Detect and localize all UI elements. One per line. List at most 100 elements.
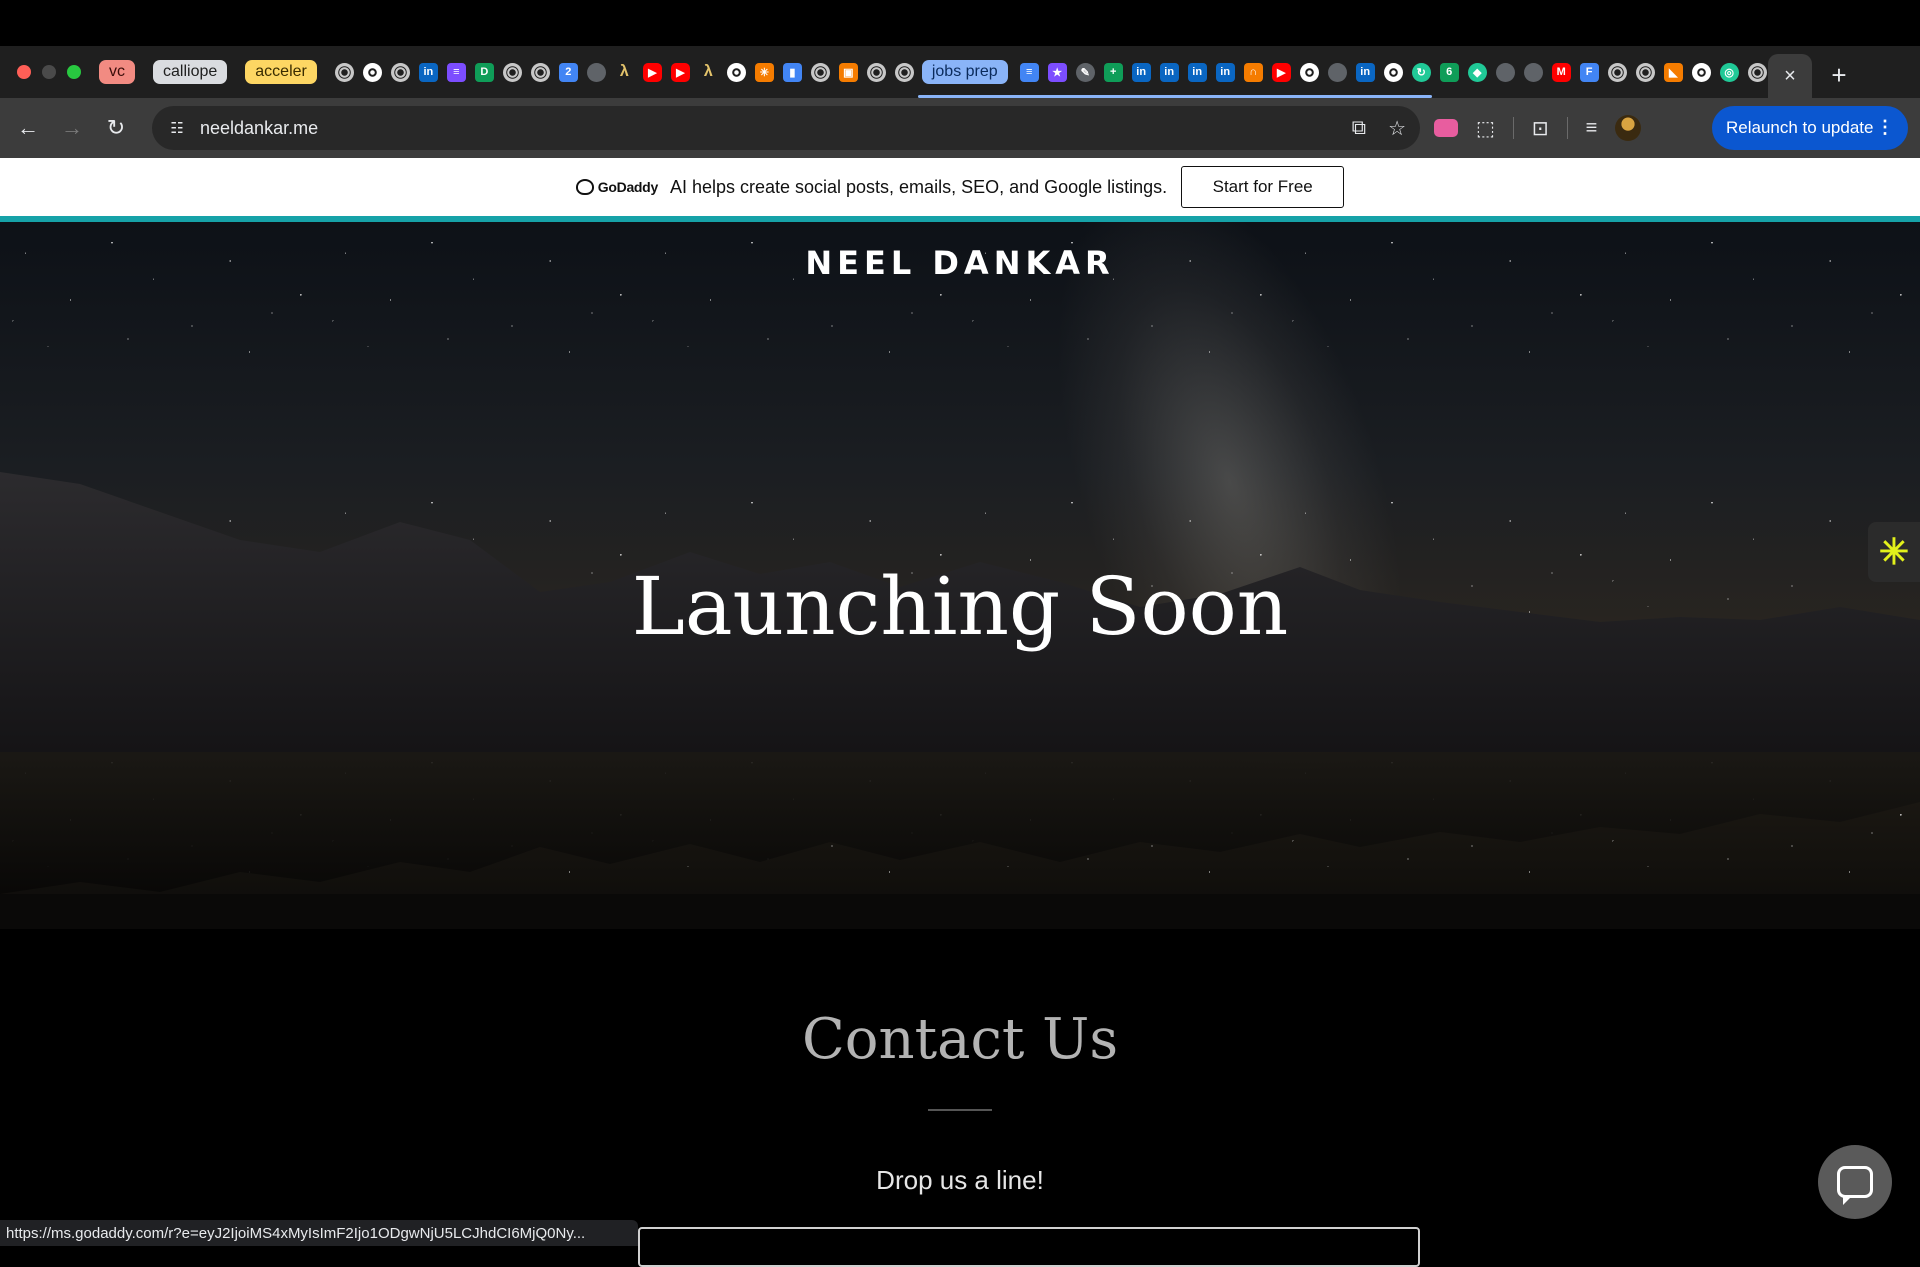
lambda-icon[interactable]: λ <box>699 63 718 82</box>
analytics-icon[interactable]: ▮ <box>782 62 802 82</box>
contact-subtitle: Drop us a line! <box>876 1165 1044 1195</box>
site-info-icon[interactable]: ☷ <box>166 117 188 139</box>
globe-icon[interactable] <box>1523 62 1543 82</box>
linkedin-icon[interactable]: in <box>1187 62 1207 82</box>
maximize-window-button[interactable] <box>67 65 81 79</box>
godaddy-logo-text: GoDaddy <box>597 179 658 195</box>
active-tab[interactable]: × <box>1768 54 1812 98</box>
new-tab-button[interactable]: + <box>1822 58 1856 92</box>
youtube-icon[interactable]: ▶ <box>1271 62 1291 82</box>
chatgpt-icon[interactable] <box>1383 62 1403 82</box>
globe-icon[interactable] <box>586 62 606 82</box>
docs-icon[interactable]: ≡ <box>1019 62 1039 82</box>
chrome-icon[interactable] <box>1607 62 1627 82</box>
plus-app-icon[interactable]: + <box>1103 62 1123 82</box>
chatgpt-icon[interactable] <box>726 62 746 82</box>
profile-avatar[interactable] <box>1615 115 1642 141</box>
asterisk-icon: ✳ <box>1878 531 1910 572</box>
list-icon[interactable]: ≡ <box>446 62 466 82</box>
app-icon[interactable]: ◣ <box>1663 62 1683 82</box>
linkedin-icon[interactable]: in <box>1131 62 1151 82</box>
lambda-icon[interactable]: λ <box>615 63 634 82</box>
media-controls-icon[interactable]: ≡ <box>1586 117 1598 140</box>
contact-title: Contact Us <box>801 1007 1119 1072</box>
star-app-icon[interactable]: ★ <box>1047 62 1067 82</box>
refresh-app-icon[interactable]: ↻ <box>1411 62 1431 82</box>
pinned-tabs-left: in ≡ D 2 λ ▶ ▶ λ ✳ ▮ ▣ <box>334 62 914 82</box>
app-icon[interactable]: D <box>474 62 494 82</box>
reload-button[interactable]: ↻ <box>94 106 138 150</box>
youtube-icon[interactable]: ▶ <box>670 62 690 82</box>
minimize-window-button[interactable] <box>42 65 56 79</box>
contact-section: Contact Us Drop us a line! <box>0 929 1920 1267</box>
globe-icon[interactable] <box>1495 62 1515 82</box>
chatgpt-icon[interactable] <box>362 62 382 82</box>
chrome-icon[interactable] <box>390 62 410 82</box>
menu-kebab-icon[interactable]: ⋮ <box>1876 117 1894 138</box>
app-icon[interactable]: F <box>1579 62 1599 82</box>
chat-button[interactable] <box>1818 1145 1892 1219</box>
relaunch-to-update-button[interactable]: Relaunch to update ⋮ <box>1712 106 1908 150</box>
forward-button[interactable]: → <box>50 106 94 150</box>
tab-group-jobs-prep[interactable]: jobs prep <box>921 60 1008 84</box>
globe-icon[interactable] <box>1327 62 1347 82</box>
screen-recorder-icon[interactable] <box>1434 119 1458 137</box>
side-widget-button[interactable]: ✳ <box>1868 522 1920 582</box>
tab-group-vc[interactable]: vc <box>99 60 135 84</box>
chrome-icon[interactable] <box>502 62 522 82</box>
site-brand-name[interactable]: NEEL DANKAR <box>0 244 1920 282</box>
calendar-icon[interactable]: 2 <box>558 62 578 82</box>
tab-group-acceler[interactable]: acceler <box>245 60 317 84</box>
linkedin-icon[interactable]: in <box>1159 62 1179 82</box>
chatgpt-icon[interactable] <box>1299 62 1319 82</box>
toolbar-separator <box>1512 117 1514 139</box>
address-bar[interactable]: ☷ neeldankar.me ⧉ ☆ <box>152 106 1420 150</box>
pinned-tabs-right: ≡ ★ ✎ + in in in in ∩ ▶ in ↻ 6 ◆ M F ◣ ◎ <box>1019 62 1795 82</box>
hero-title: Launching Soon <box>631 560 1289 653</box>
start-for-free-button[interactable]: Start for Free <box>1181 166 1345 208</box>
linkedin-icon[interactable]: in <box>1355 62 1375 82</box>
tab-group-calliope[interactable]: calliope <box>153 60 228 84</box>
compass-icon[interactable]: ◆ <box>1467 62 1487 82</box>
browser-toolbar: ← → ↻ ☷ neeldankar.me ⧉ ☆ ⬚ ⊡ ≡ Relaunch… <box>0 98 1920 158</box>
youtube-icon[interactable]: ▶ <box>642 62 662 82</box>
close-tab-icon[interactable]: × <box>1784 65 1796 88</box>
chrome-icon[interactable] <box>334 62 354 82</box>
bookmark-star-icon[interactable]: ☆ <box>1388 116 1406 141</box>
pen-icon[interactable]: ✎ <box>1075 62 1095 82</box>
godaddy-logo-icon <box>575 179 594 195</box>
chatgpt-icon[interactable] <box>1691 62 1711 82</box>
chrome-icon[interactable] <box>894 62 914 82</box>
chrome-icon[interactable] <box>866 62 886 82</box>
godaddy-logo[interactable]: GoDaddy <box>575 179 658 195</box>
bookmark-app-icon[interactable]: ▣ <box>838 62 858 82</box>
hero-section: NEEL DANKAR Launching Soon ✳ <box>0 222 1920 929</box>
section-divider <box>928 1109 992 1111</box>
window-controls <box>17 65 81 79</box>
app-icon[interactable]: 6 <box>1439 62 1459 82</box>
chrome-icon[interactable] <box>1635 62 1655 82</box>
chrome-icon[interactable] <box>1747 62 1767 82</box>
back-button[interactable]: ← <box>6 106 50 150</box>
gmail-icon[interactable]: M <box>1551 62 1571 82</box>
extensions-puzzle-icon[interactable]: ⬚ <box>1476 116 1495 141</box>
url-text[interactable]: neeldankar.me <box>200 118 318 139</box>
app-icon[interactable]: ◎ <box>1719 62 1739 82</box>
install-app-icon[interactable]: ⧉ <box>1352 117 1366 140</box>
link-status-bar: https://ms.godaddy.com/r?e=eyJ2IjoiMS4xM… <box>0 1220 638 1246</box>
tab-search-icon[interactable]: ⊡ <box>1532 116 1549 141</box>
godaddy-promo-banner: GoDaddy AI helps create social posts, em… <box>0 158 1920 216</box>
relaunch-label: Relaunch to update <box>1726 118 1874 137</box>
contact-form-field[interactable] <box>638 1227 1420 1267</box>
tab-strip: vc calliope acceler in ≡ D 2 λ ▶ ▶ λ ✳ ▮… <box>0 46 1920 98</box>
chrome-icon[interactable] <box>810 62 830 82</box>
chrome-icon[interactable] <box>530 62 550 82</box>
headphones-icon[interactable]: ∩ <box>1243 62 1263 82</box>
linkedin-icon[interactable]: in <box>418 62 438 82</box>
window-titlebar <box>0 0 1920 46</box>
chat-bubble-icon <box>1837 1166 1873 1205</box>
linkedin-icon[interactable]: in <box>1215 62 1235 82</box>
claude-icon[interactable]: ✳ <box>754 62 774 82</box>
toolbar-separator <box>1566 117 1568 139</box>
close-window-button[interactable] <box>17 65 31 79</box>
